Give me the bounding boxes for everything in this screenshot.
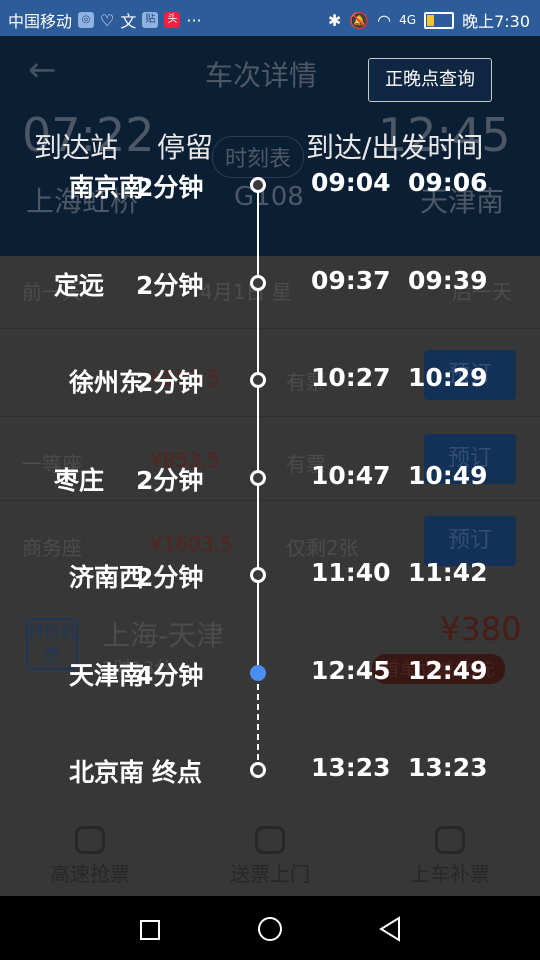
route-line-dashed bbox=[257, 684, 259, 760]
stop-depart-time: 11:42 bbox=[408, 558, 488, 587]
sticker-icon: 贴 bbox=[142, 12, 159, 28]
stop-depart-time: 13:23 bbox=[408, 753, 488, 782]
punctual-query-button[interactable]: 正晚点查询 bbox=[368, 58, 492, 102]
news-icon: 头 bbox=[164, 12, 181, 28]
stop-station: 徐州东 bbox=[68, 368, 144, 397]
signal-icon: 4G bbox=[399, 13, 417, 27]
recents-square-icon[interactable] bbox=[140, 920, 160, 940]
stop-duration: 终点 bbox=[152, 758, 203, 787]
status-bar: 中国移动 ◎ ♡ 文 贴 头 ··· ✱ 🔕 ◠ 4G 晚上7:30 bbox=[0, 0, 540, 36]
stop-duration: 2分钟 bbox=[136, 563, 204, 592]
bluetooth-icon: ✱ bbox=[327, 10, 342, 30]
stop-station: 南京南 bbox=[68, 173, 144, 202]
stop-arrive-time: 09:37 bbox=[311, 266, 391, 295]
stop-arrive-time: 11:40 bbox=[311, 558, 391, 587]
translate-icon: 文 bbox=[120, 12, 137, 31]
stop-dot bbox=[250, 567, 266, 583]
stop-station: 枣庄 bbox=[53, 466, 104, 495]
stop-arrive-time: 12:45 bbox=[311, 656, 391, 685]
stop-station: 定远 bbox=[53, 271, 104, 300]
stop-arrive-time: 09:04 bbox=[311, 168, 391, 197]
battery-icon bbox=[424, 11, 455, 29]
stop-depart-time: 12:49 bbox=[408, 656, 488, 685]
app-icon: ◎ bbox=[78, 12, 95, 28]
stop-station: 济南西 bbox=[68, 563, 144, 592]
stop-duration: 2分钟 bbox=[136, 466, 204, 495]
col-header-time: 到达/出发时间 bbox=[306, 131, 484, 164]
stop-depart-time: 09:39 bbox=[408, 266, 488, 295]
stop-station: 天津南 bbox=[68, 661, 144, 690]
stop-arrive-time: 10:27 bbox=[311, 363, 391, 392]
stop-depart-time: 10:29 bbox=[408, 363, 488, 392]
back-triangle-icon[interactable] bbox=[378, 916, 402, 942]
stop-duration: 2分钟 bbox=[136, 173, 204, 202]
home-circle-icon[interactable] bbox=[258, 917, 282, 941]
stop-duration: 2分钟 bbox=[136, 368, 204, 397]
route-line bbox=[257, 184, 259, 668]
wifi-icon: ◠ bbox=[377, 10, 392, 30]
carrier-label: 中国移动 bbox=[8, 12, 73, 31]
current-stop-dot bbox=[250, 665, 266, 681]
stop-duration: 2分钟 bbox=[136, 271, 204, 300]
heart-icon: ♡ bbox=[100, 10, 115, 30]
stop-dot bbox=[250, 177, 266, 193]
more-icon: ··· bbox=[186, 10, 202, 30]
stop-depart-time: 09:06 bbox=[408, 168, 488, 197]
stop-depart-time: 10:49 bbox=[408, 461, 488, 490]
stop-station: 北京南 bbox=[68, 758, 144, 787]
mute-icon: 🔕 bbox=[349, 10, 370, 30]
stop-duration: 4分钟 bbox=[136, 661, 204, 690]
col-header-station: 到达站 bbox=[34, 131, 119, 164]
stop-dot bbox=[250, 372, 266, 388]
stop-dot bbox=[250, 275, 266, 291]
col-header-stop: 停留 bbox=[157, 131, 214, 164]
stop-arrive-time: 13:23 bbox=[311, 753, 391, 782]
stop-dot bbox=[250, 762, 266, 778]
stop-arrive-time: 10:47 bbox=[311, 461, 391, 490]
stop-dot bbox=[250, 470, 266, 486]
clock-time: 晚上7:30 bbox=[462, 12, 530, 31]
